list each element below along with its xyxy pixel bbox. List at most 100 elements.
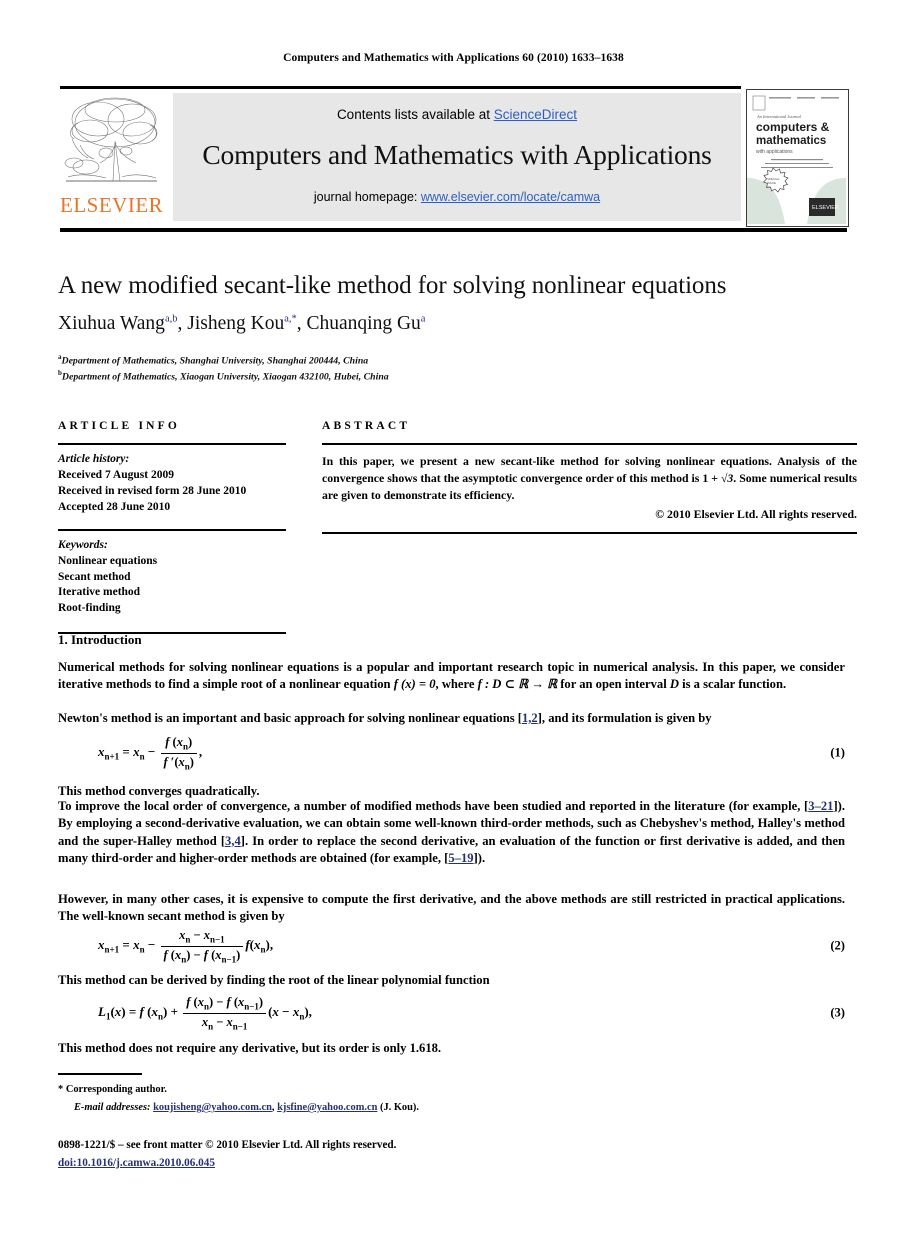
p4-text-d: ]). [473,850,486,865]
paragraph-5: However, in many other cases, it is expe… [58,892,845,924]
author-name: Xiuhua Wang [58,313,165,334]
paragraph-2: Newton's method is an important and basi… [58,710,845,727]
abstract-text: In this paper, we present a new secant-l… [322,453,857,503]
cover-artwork-icon: An International Journal computers & mat… [747,90,846,224]
affiliation-text: Department of Mathematics, Xiaogan Unive… [61,371,389,383]
p2-text-a: Newton's method is an important and basi… [58,711,522,725]
equation-2-fraction: xn − xn−1 f (xn) − f (xn−1) [160,928,244,964]
citation-link-3-4[interactable]: 3,4 [225,834,241,848]
header-bottom-rule [60,228,847,232]
paragraph-1: Numerical methods for solving nonlinear … [58,659,845,694]
tree-drawing-icon [64,97,158,182]
keywords-rule [58,529,286,531]
journal-cover-thumbnail: An International Journal computers & mat… [746,89,849,227]
article-info-heading: ARTICLE INFO [58,420,181,432]
abstract-sqrt3: √3 [720,470,734,485]
contents-box: Contents lists available at ScienceDirec… [173,93,741,221]
journal-header-band: ELSEVIER Contents lists available at Sci… [60,86,849,232]
abstract-column: ABSTRACT In this paper, we present a new… [322,420,857,535]
citation-link-5-19[interactable]: 5–19 [448,851,473,865]
equation-1: xn+1 = xn − f (xn) f ′(xn) , (1) [58,735,845,771]
abstract-copyright: © 2010 Elsevier Ltd. All rights reserved… [655,507,857,522]
article-info-rule [58,443,286,445]
citation-link-1-2[interactable]: 1,2 [522,711,538,725]
p1-inline-eq-1: f (x) = 0 [393,677,436,692]
equation-1-body: xn+1 = xn − f (xn) f ′(xn) , [98,735,203,771]
equation-3-fraction: f (xn) − f (xn−1) xn − xn−1 [183,995,267,1031]
section-title-text: Introduction [71,632,142,647]
running-head: Computers and Mathematics with Applicati… [283,52,624,64]
contents-available-line: Contents lists available at ScienceDirec… [173,107,741,122]
history-received: Received 7 August 2009 [58,468,174,481]
author-list: Xiuhua Wanga,b, Jisheng Koua,*, Chuanqin… [58,313,858,335]
keyword-item: Iterative method [58,586,141,599]
article-page: Computers and Mathematics with Applicati… [0,0,907,1238]
svg-text:ISSUE: ISSUE [767,181,776,185]
equation-1-fraction: f (xn) f ′(xn) [160,735,197,771]
history-revised: Received in revised form 28 June 2010 [58,484,247,497]
contents-prefix-text: Contents lists available at [336,107,494,122]
paragraph-4: To improve the local order of convergenc… [58,798,845,867]
email-link-2[interactable]: kjsfine@yahoo.com.cn [277,1102,377,1113]
corresponding-author-mark: * [58,1084,64,1095]
citation-link-3-21[interactable]: 3–21 [808,799,833,813]
article-history-label: Article history: [58,453,130,465]
elsevier-tree-icon [60,93,163,193]
svg-text:mathematics: mathematics [756,135,826,147]
section-number: 1. [58,632,68,647]
sciencedirect-link[interactable]: ScienceDirect [494,107,577,122]
article-history-block: Article history: Received 7 August 2009 … [58,452,286,515]
keywords-block: Keywords: Nonlinear equations Secant met… [58,538,286,617]
email-suffix: (J. Kou). [377,1102,419,1113]
footnote-emails: E-mail addresses: koujisheng@yahoo.com.c… [58,1100,774,1115]
svg-text:computers &: computers & [756,120,830,134]
page-title: A new modified secant-like method for so… [58,272,727,299]
svg-text:with applications: with applications [756,149,793,155]
p1-inline-eq-3: D [669,677,679,692]
abstract-heading: ABSTRACT [322,420,411,432]
p1-text-b: , where [435,677,478,692]
email-label: E-mail addresses: [74,1102,151,1113]
svg-text:An International Journal: An International Journal [756,114,802,119]
author-affil-mark: a,* [284,313,297,325]
journal-title: Computers and Mathematics with Applicati… [202,139,712,170]
abstract-bottom-rule [322,532,857,535]
affiliation-a: aDepartment of Mathematics, Shanghai Uni… [58,353,858,366]
footnote-corresponding-author: * Corresponding author. [58,1082,758,1097]
footnote-rule [58,1073,142,1075]
corresponding-author-text: Corresponding author. [65,1084,167,1095]
equation-1-number: (1) [830,745,845,760]
affiliation-b: bDepartment of Mathematics, Xiaogan Univ… [58,369,858,382]
p1-text-c: for an open interval [557,677,670,692]
issn-copyright-line: 0898-1221/$ – see front matter © 2010 El… [58,1139,397,1151]
author-affil-mark: a [420,313,426,325]
author-name: Chuanqing Gu [306,313,421,334]
p1-text-d: is a scalar function. [678,677,787,692]
keyword-item: Root-finding [58,602,121,615]
author-separator: , [177,313,188,334]
email-link-1[interactable]: koujisheng@yahoo.com.cn [153,1102,272,1113]
svg-text:ELSEVIER: ELSEVIER [812,205,839,211]
doi-link[interactable]: doi:10.1016/j.camwa.2010.06.045 [58,1157,215,1169]
author-affil-mark: a,b [164,313,178,325]
journal-homepage-line: journal homepage: www.elsevier.com/locat… [173,190,741,204]
p2-text-b: ], and its formulation is given by [537,711,712,725]
journal-homepage-link[interactable]: www.elsevier.com/locate/camwa [421,190,600,204]
elsevier-wordmark: ELSEVIER [60,193,164,217]
abstract-rule [322,443,857,445]
author-name: Jisheng Kou [187,313,285,334]
p1-inline-eq-2: f : D ⊂ ℝ → ℝ [477,677,558,692]
equation-3: L1(x) = f (xn) + f (xn) − f (xn−1) xn − … [58,995,845,1031]
keyword-item: Secant method [58,570,131,583]
keywords-label: Keywords: [58,538,108,551]
equation-2-number: (2) [830,938,845,953]
elsevier-logo: ELSEVIER [60,93,163,221]
equation-3-number: (3) [830,1005,845,1020]
equation-2: xn+1 = xn − xn − xn−1 f (xn) − f (xn−1) … [58,928,845,964]
paragraph-6: This method can be derived by finding th… [58,973,490,987]
section-heading-introduction: 1. Introduction [58,632,142,648]
article-info-column: ARTICLE INFO Article history: Received 7… [58,420,286,635]
p4-text-a: To improve the local order of convergenc… [58,799,809,813]
paragraph-7: This method does not require any derivat… [58,1041,442,1055]
affiliation-text: Department of Mathematics, Shanghai Univ… [61,355,369,367]
